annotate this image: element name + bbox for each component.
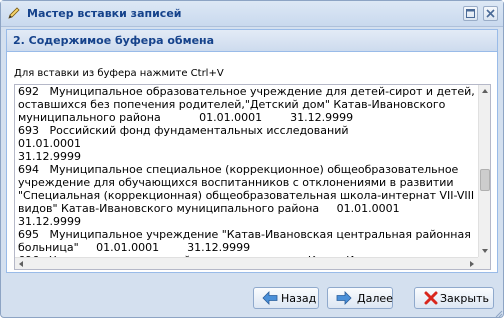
title-bar[interactable]: Мастер вставки записей <box>1 1 503 27</box>
arrow-right-icon <box>336 291 352 305</box>
wizard-panel: 2. Содержимое буфера обмена Для вставки … <box>6 29 498 273</box>
arrow-left-icon <box>262 291 278 305</box>
resize-grip-icon[interactable] <box>495 310 503 318</box>
section-title: 2. Содержимое буфера обмена <box>13 34 215 47</box>
clipboard-text[interactable]: 692 Муниципальное образовательное учрежд… <box>18 85 476 257</box>
paste-hint: Для вставки из буфера нажмите Ctrl+V <box>14 68 224 79</box>
scroll-right-icon[interactable] <box>466 258 478 270</box>
vertical-scrollbar[interactable] <box>478 85 490 257</box>
section-header: 2. Содержимое буфера обмена <box>7 30 497 52</box>
scroll-up-icon[interactable] <box>479 85 491 97</box>
wizard-window: Мастер вставки записей 2. Содержимое буф… <box>0 0 504 318</box>
close-button[interactable]: Закрыть <box>414 287 494 309</box>
vertical-scroll-thumb[interactable] <box>480 169 490 191</box>
next-button-label: Далее <box>357 292 393 305</box>
close-window-button[interactable] <box>483 6 498 21</box>
close-icon <box>486 9 495 18</box>
clipboard-textarea[interactable]: 692 Муниципальное образовательное учрежд… <box>14 84 491 270</box>
maximize-icon <box>466 9 475 18</box>
scroll-down-icon[interactable] <box>479 245 491 257</box>
close-button-label: Закрыть <box>440 292 489 305</box>
scroll-left-icon[interactable] <box>15 258 27 270</box>
next-button[interactable]: Далее <box>327 287 393 309</box>
back-button-label: Назад <box>281 292 317 305</box>
pencil-icon <box>8 7 20 19</box>
maximize-button[interactable] <box>463 6 478 21</box>
scroll-corner <box>478 257 490 269</box>
close-x-icon <box>424 291 438 305</box>
horizontal-scrollbar[interactable] <box>15 257 478 269</box>
back-button[interactable]: Назад <box>253 287 319 309</box>
window-title: Мастер вставки записей <box>27 7 182 20</box>
